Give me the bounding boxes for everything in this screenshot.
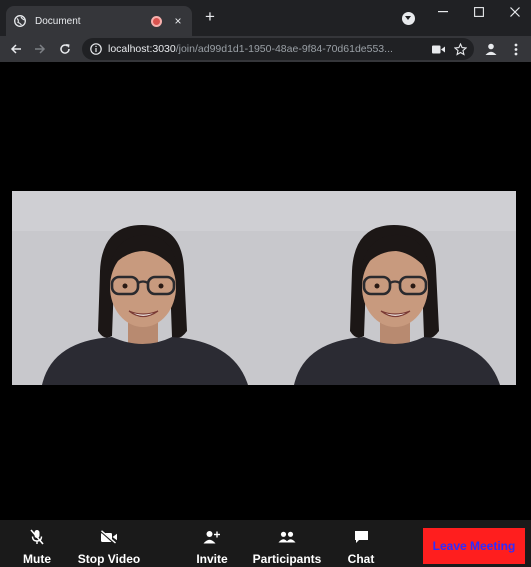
browser-toolbar: localhost:3030/join/ad99d1d1-1950-48ae-9…: [0, 36, 531, 62]
tab-title: Document: [35, 15, 81, 27]
record-icon: [151, 15, 162, 27]
people-icon: [278, 528, 296, 546]
tab-search-icon[interactable]: [402, 12, 415, 25]
mic-off-icon: [28, 528, 46, 546]
browser-tab[interactable]: Document ×: [6, 6, 192, 36]
back-icon[interactable]: [6, 39, 26, 59]
url-text: localhost:3030/join/ad99d1d1-1950-48ae-9…: [108, 43, 424, 55]
chat-bubble-icon: [352, 528, 370, 546]
mute-button[interactable]: Mute: [20, 528, 54, 566]
reload-icon[interactable]: [55, 39, 75, 59]
participant-image: [264, 191, 516, 385]
stop-video-button[interactable]: Stop Video: [76, 528, 142, 566]
participants-button[interactable]: Participants: [251, 528, 323, 566]
camera-icon[interactable]: [430, 41, 446, 57]
add-person-icon: [203, 528, 221, 546]
participants-label: Participants: [252, 552, 322, 566]
chat-label: Chat: [347, 552, 375, 566]
participant-video-right: [264, 191, 516, 385]
url-host: localhost:3030: [108, 43, 176, 55]
invite-button[interactable]: Invite: [194, 528, 230, 566]
maximize-icon[interactable]: [469, 5, 489, 19]
browser-tab-strip: Document × +: [0, 0, 531, 36]
forward-icon[interactable]: [30, 39, 50, 59]
info-icon[interactable]: [90, 43, 102, 55]
address-bar[interactable]: localhost:3030/join/ad99d1d1-1950-48ae-9…: [82, 38, 474, 60]
url-path: /join/ad99d1d1-1950-48ae-9f84-70d61de553…: [175, 43, 393, 55]
mute-label: Mute: [23, 552, 51, 566]
invite-label: Invite: [196, 552, 228, 566]
video-off-icon: [100, 528, 118, 546]
video-stage: [12, 191, 516, 385]
profile-icon[interactable]: [481, 39, 501, 59]
plus-icon[interactable]: +: [202, 8, 218, 25]
minimize-icon[interactable]: [433, 5, 453, 19]
leave-meeting-button[interactable]: Leave Meeting: [423, 528, 525, 564]
globe-icon: [14, 15, 26, 27]
bookmark-star-icon[interactable]: [452, 41, 468, 57]
participant-image: [12, 191, 264, 385]
kebab-menu-icon[interactable]: [506, 39, 526, 59]
participant-video-left: [12, 191, 264, 385]
stop-video-label: Stop Video: [77, 552, 141, 566]
close-icon[interactable]: ×: [172, 14, 184, 28]
chat-button[interactable]: Chat: [345, 528, 377, 566]
window-close-icon[interactable]: [505, 5, 525, 19]
